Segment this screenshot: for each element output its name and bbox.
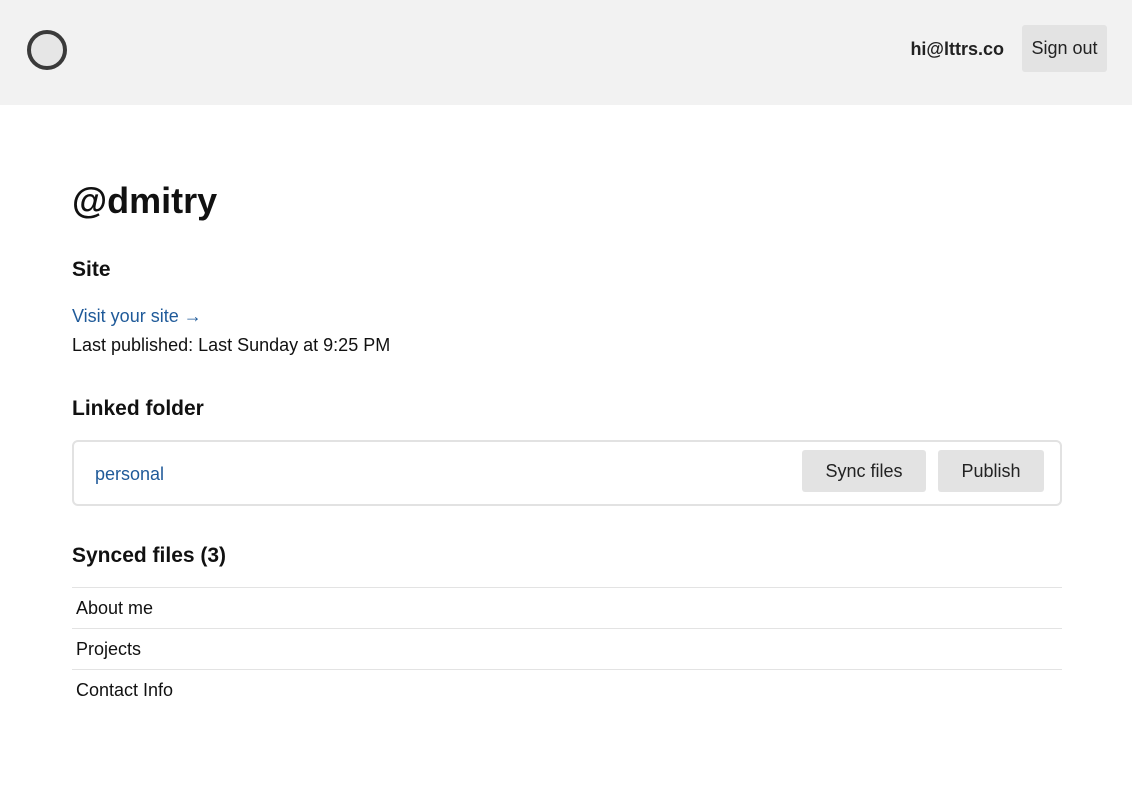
file-row-projects[interactable]: Projects [72, 628, 1062, 669]
user-email: hi@lttrs.co [910, 39, 1004, 59]
publish-button[interactable]: Publish [938, 450, 1044, 492]
file-row-contact-info[interactable]: Contact Info [72, 669, 1062, 710]
linked-folder-heading: Linked folder [72, 397, 204, 420]
folder-name-link[interactable]: personal [95, 463, 164, 485]
file-row-about-me[interactable]: About me [72, 587, 1062, 628]
last-published-text: Last published: Last Sunday at 9:25 PM [72, 335, 391, 355]
sync-files-button[interactable]: Sync files [802, 450, 926, 492]
page-title: @dmitry [72, 180, 218, 221]
top-bar: hi@lttrs.co Sign out [0, 0, 1132, 105]
synced-files-heading: Synced files (3) [72, 544, 227, 567]
linked-folder-card: personal Sync files Publish [72, 440, 1062, 506]
circle-logo-icon[interactable] [27, 30, 67, 70]
site-heading: Site [72, 258, 111, 281]
sign-out-button[interactable]: Sign out [1022, 25, 1107, 72]
synced-files-list: About me Projects Contact Info [72, 587, 1062, 710]
visit-site-link[interactable]: Visit your site → [72, 305, 202, 327]
